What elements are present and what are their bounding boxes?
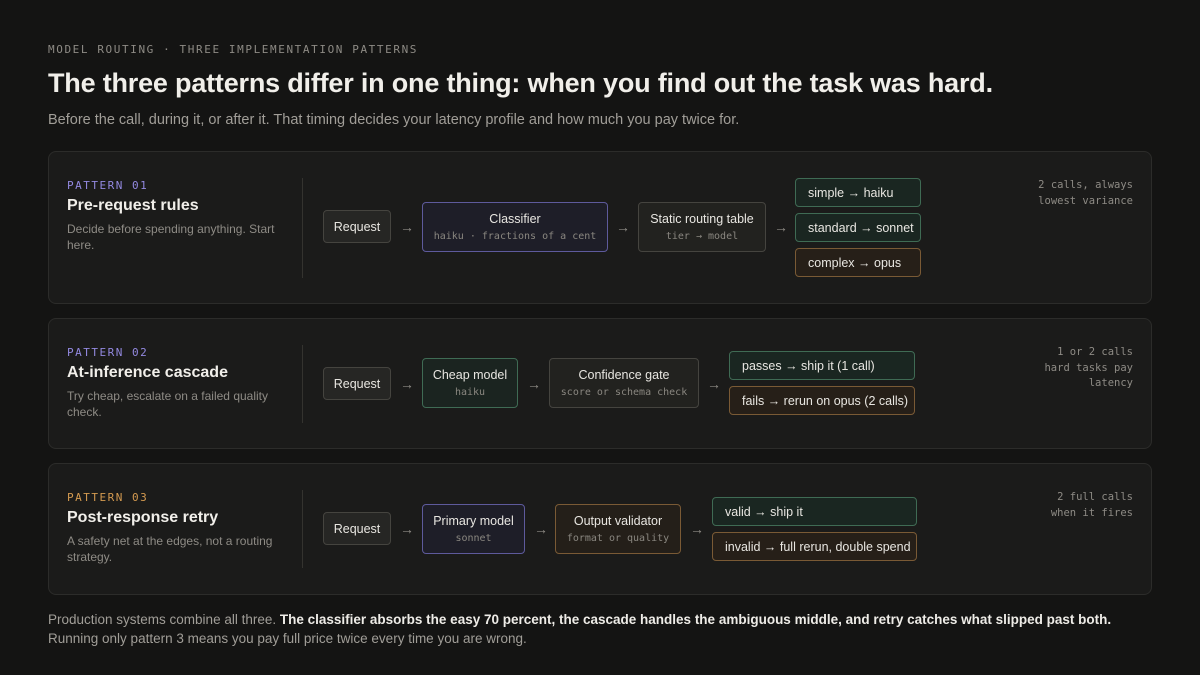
arrow-icon: → [400,376,414,392]
note-line: 1 or 2 calls [1057,346,1133,358]
pattern-card-02: PATTERN 02 At-inference cascade Try chea… [48,318,1152,449]
pattern-label: PATTERN 01 [67,179,149,192]
eyebrow: MODEL ROUTING · THREE IMPLEMENTATION PAT… [48,43,419,56]
pattern-description: Try cheap, escalate on a failed quality … [67,389,269,419]
pattern-note: 2 full calls when it fires [1051,490,1133,521]
pattern-description: A safety net at the edges, not a routing… [67,534,273,564]
note-line: 2 full calls [1057,491,1133,503]
node-sublabel: format or quality [566,533,670,544]
card-divider [302,345,303,423]
footer-lead: Production systems combine all three. [48,612,277,627]
arrow-icon: → [534,521,548,537]
outcome-standard: standard → sonnet [795,213,921,242]
arrow-icon: → [707,376,721,392]
note-line: when it fires [1050,506,1133,519]
pattern-info: PATTERN 01 Pre-request rules Decide befo… [67,179,287,253]
pattern-info: PATTERN 03 Post-response retry A safety … [67,491,287,565]
node-label: Static routing table [650,212,754,226]
pattern-note: 2 calls, always lowest variance [1038,178,1133,209]
output-validator-node: Output validator format or quality [555,504,681,554]
node-sublabel: tier → model [665,231,739,242]
footer-note: Production systems combine all three. Th… [48,610,1152,648]
node-sublabel: haiku · fractions of a cent [433,231,597,242]
routing-table-node: Static routing table tier → model [638,202,766,252]
pattern-note: 1 or 2 calls hard tasks pay latency [1044,345,1133,392]
pattern-name: Post-response retry [67,509,219,526]
classifier-node: Classifier haiku · fractions of a cent [422,202,608,252]
outcome-complex: complex → opus [795,248,921,277]
outcome-simple: simple → haiku [795,178,921,207]
node-label: Cheap model [432,368,508,382]
note-line: latency [1088,377,1133,389]
arrow-icon: → [774,219,788,235]
node-label: Classifier [489,212,541,226]
primary-model-node: Primary model sonnet [422,504,525,554]
arrow-icon: → [527,376,541,392]
request-node: Request [323,210,391,243]
pattern-description: Decide before spending anything. Start h… [67,222,275,252]
node-label: Primary model [433,514,514,528]
outcome-invalid: invalid → full rerun, double spend [712,532,917,561]
pattern-name: Pre-request rules [67,197,199,214]
pattern-card-03: PATTERN 03 Post-response retry A safety … [48,463,1152,595]
page-title: The three patterns differ in one thing: … [48,68,993,98]
node-label: Output validator [573,514,663,528]
arrow-icon: → [616,219,630,235]
note-line: 2 calls, always [1038,179,1133,191]
pattern-card-01: PATTERN 01 Pre-request rules Decide befo… [48,151,1152,304]
confidence-gate-node: Confidence gate score or schema check [549,358,699,408]
node-sublabel: sonnet [455,533,492,544]
arrow-icon: → [400,521,414,537]
card-divider [302,490,303,568]
pattern-info: PATTERN 02 At-inference cascade Try chea… [67,346,287,420]
node-label: Request [333,219,381,234]
cheap-model-node: Cheap model haiku [422,358,518,408]
arrow-icon: → [400,219,414,235]
pattern-name: At-inference cascade [67,364,228,381]
pattern-label: PATTERN 03 [67,491,149,504]
pattern-label: PATTERN 02 [67,346,149,359]
node-sublabel: score or schema check [560,387,688,398]
outcome-valid: valid → ship it [712,497,917,526]
footer-emphasis: The classifier absorbs the easy 70 perce… [279,612,1112,627]
outcome-fails: fails → rerun on opus (2 calls) [729,386,915,415]
node-sublabel: haiku [454,387,486,398]
page-subtitle: Before the call, during it, or after it.… [48,112,740,128]
node-label: Request [333,521,381,536]
note-line: hard tasks pay [1044,361,1133,374]
note-line: lowest variance [1038,194,1133,207]
node-label: Confidence gate [578,368,670,382]
footer-tail: Running only pattern 3 means you pay ful… [48,631,527,646]
arrow-icon: → [690,521,704,537]
outcome-passes: passes → ship it (1 call) [729,351,915,380]
card-divider [302,178,303,278]
request-node: Request [323,512,391,545]
request-node: Request [323,367,391,400]
node-label: Request [333,376,381,391]
